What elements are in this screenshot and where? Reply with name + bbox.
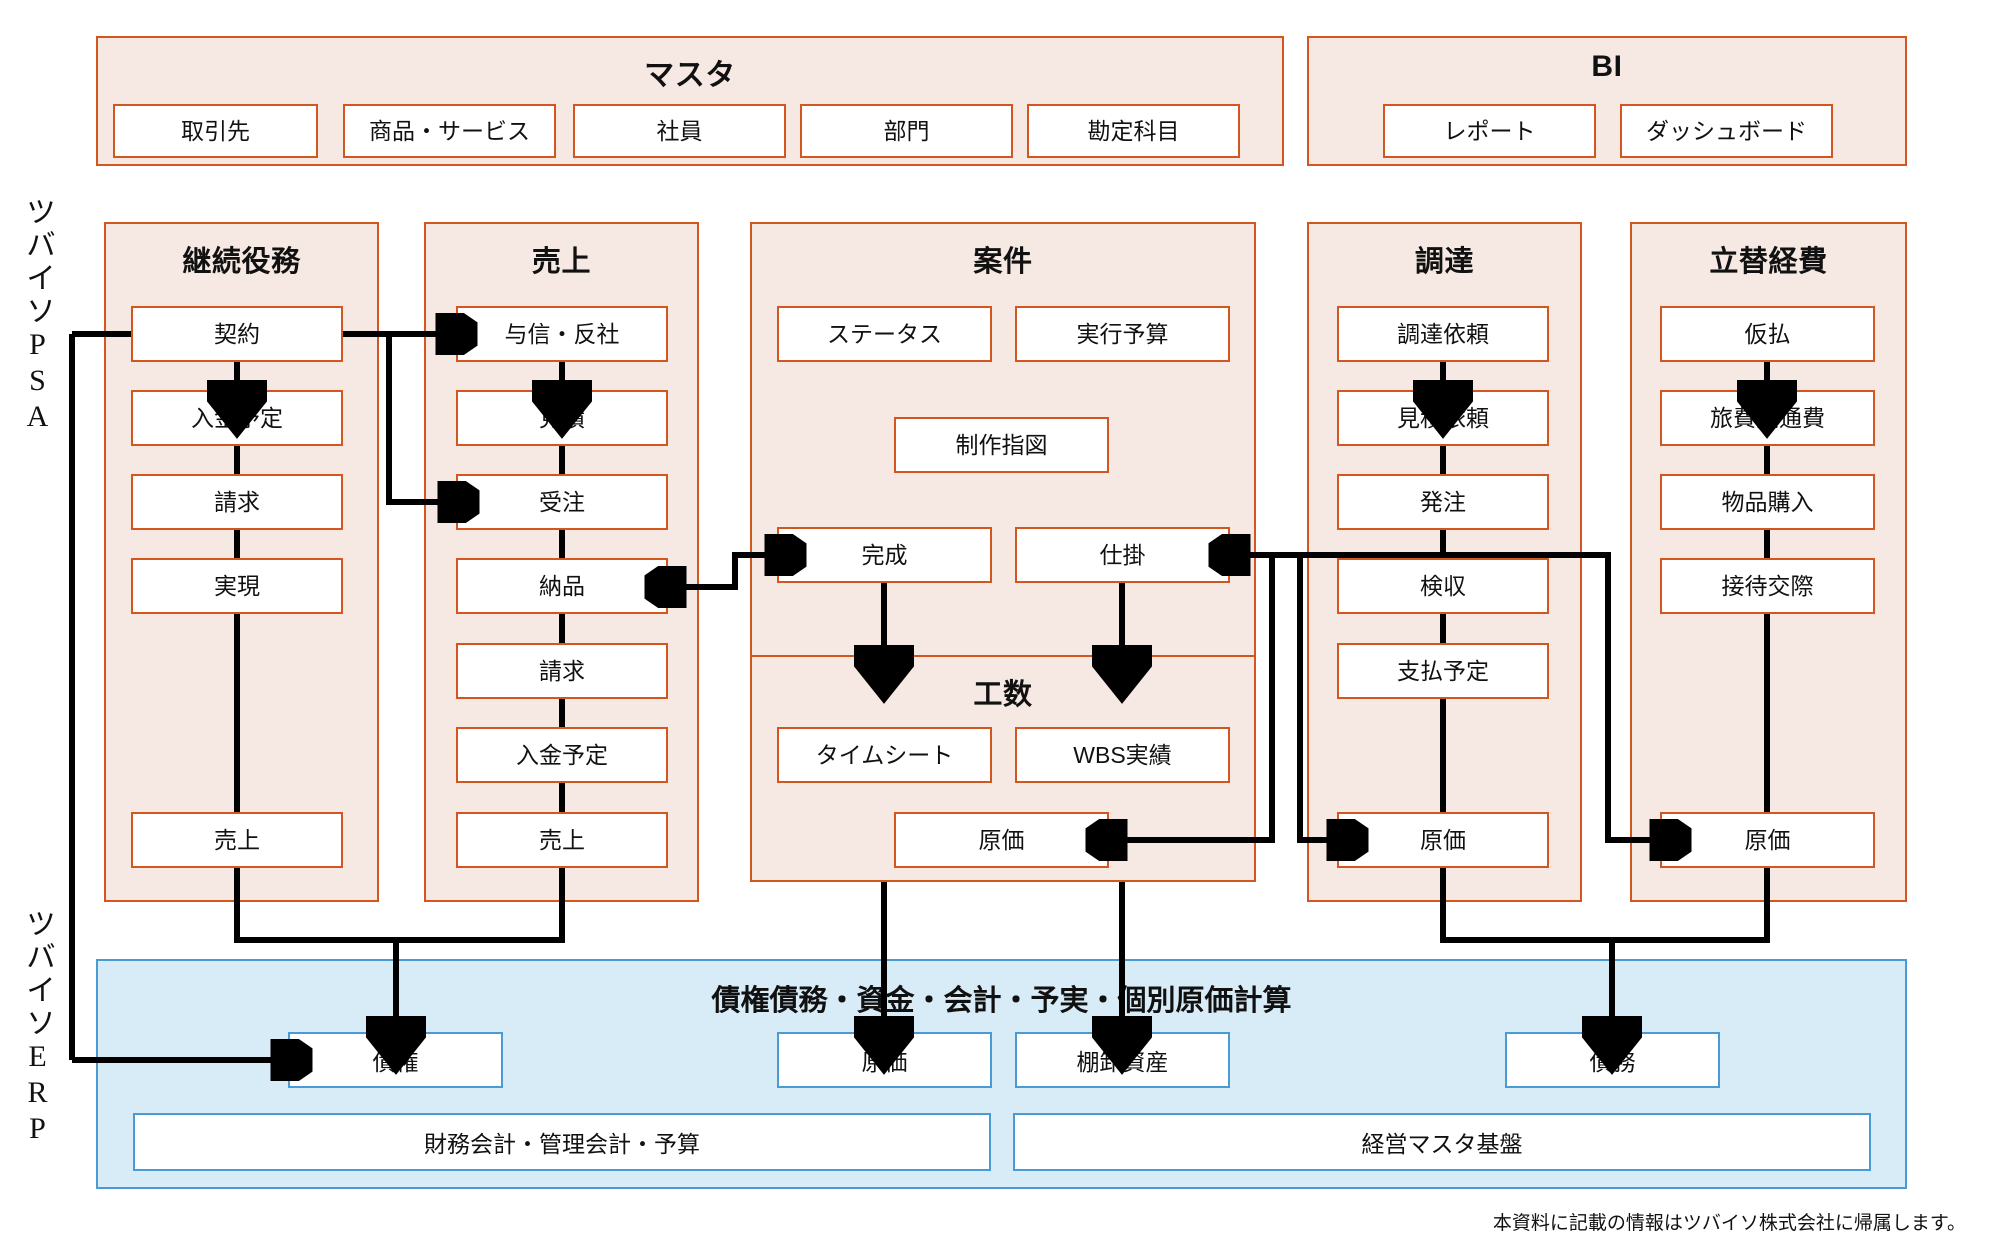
node-sales-4[interactable]: 請求 xyxy=(456,643,668,699)
node-master-3[interactable]: 部門 xyxy=(800,104,1013,158)
node-procurement-4[interactable]: 支払予定 xyxy=(1337,643,1549,699)
node-recurring-2[interactable]: 請求 xyxy=(131,474,343,530)
node-master-1[interactable]: 商品・サービス xyxy=(343,104,556,158)
node-sales-5[interactable]: 入金予定 xyxy=(456,727,668,783)
node-master-4[interactable]: 勘定科目 xyxy=(1027,104,1240,158)
side-label-erp: ツバイソERP xyxy=(21,908,54,1148)
node-sales-3[interactable]: 納品 xyxy=(456,558,668,614)
node-manhours-0[interactable]: タイムシート xyxy=(777,727,992,783)
group-bi-title: BI xyxy=(1591,50,1623,83)
node-expenses-1[interactable]: 旅費交通費 xyxy=(1660,390,1875,446)
group-recurring-title: 継続役務 xyxy=(182,246,301,278)
node-sales-0[interactable]: 与信・反社 xyxy=(456,306,668,362)
node-manhours-1[interactable]: WBS実績 xyxy=(1015,727,1230,783)
erp-footer-node-0[interactable]: 財務会計・管理会計・予算 xyxy=(133,1113,991,1171)
node-procurement-5[interactable]: 原価 xyxy=(1337,812,1549,868)
node-bi-0[interactable]: レポート xyxy=(1383,104,1596,158)
copyright-note: 本資料に記載の情報はツバイソ株式会社に帰属します。 xyxy=(1492,1213,1966,1234)
node-procurement-0[interactable]: 調達依頼 xyxy=(1337,306,1549,362)
diagram-canvas: ツバイソPSA ツバイソERP マスタ 取引先 商品・サービス 社員 部門 勘定… xyxy=(0,0,1990,1254)
node-recurring-3[interactable]: 実現 xyxy=(131,558,343,614)
node-expenses-0[interactable]: 仮払 xyxy=(1660,306,1875,362)
node-procurement-2[interactable]: 発注 xyxy=(1337,474,1549,530)
group-sales-title: 売上 xyxy=(531,246,592,278)
group-procurement-title: 調達 xyxy=(1414,246,1475,278)
node-manhours-2[interactable]: 原価 xyxy=(894,812,1109,868)
group-erp-title: 債権債務・資金・会計・予実・個別原価計算 xyxy=(711,985,1292,1017)
node-sales-6[interactable]: 売上 xyxy=(456,812,668,868)
node-sales-2[interactable]: 受注 xyxy=(456,474,668,530)
node-expenses-3[interactable]: 接待交際 xyxy=(1660,558,1875,614)
node-project-2[interactable]: 制作指図 xyxy=(894,417,1109,473)
group-master-title: マスタ xyxy=(644,59,736,92)
node-expenses-4[interactable]: 原価 xyxy=(1660,812,1875,868)
node-procurement-1[interactable]: 見積依頼 xyxy=(1337,390,1549,446)
erp-node-0[interactable]: 債権 xyxy=(288,1032,503,1088)
node-recurring-0[interactable]: 契約 xyxy=(131,306,343,362)
node-recurring-1[interactable]: 入金予定 xyxy=(131,390,343,446)
side-label-psa: ツバイソPSA xyxy=(21,196,54,436)
erp-node-3[interactable]: 債務 xyxy=(1505,1032,1720,1088)
node-project-0[interactable]: ステータス xyxy=(777,306,992,362)
erp-node-2[interactable]: 棚卸資産 xyxy=(1015,1032,1230,1088)
group-expenses-title: 立替経費 xyxy=(1709,246,1828,278)
node-procurement-3[interactable]: 検収 xyxy=(1337,558,1549,614)
node-bi-1[interactable]: ダッシュボード xyxy=(1620,104,1833,158)
node-master-0[interactable]: 取引先 xyxy=(113,104,318,158)
node-expenses-2[interactable]: 物品購入 xyxy=(1660,474,1875,530)
node-master-2[interactable]: 社員 xyxy=(573,104,786,158)
node-project-3[interactable]: 完成 xyxy=(777,527,992,583)
group-manhours-title: 工数 xyxy=(973,679,1033,711)
group-project-title: 案件 xyxy=(973,246,1033,278)
erp-footer-node-1[interactable]: 経営マスタ基盤 xyxy=(1013,1113,1871,1171)
node-project-1[interactable]: 実行予算 xyxy=(1015,306,1230,362)
node-project-4[interactable]: 仕掛 xyxy=(1015,527,1230,583)
node-sales-1[interactable]: 見積 xyxy=(456,390,668,446)
erp-node-1[interactable]: 原価 xyxy=(777,1032,992,1088)
node-recurring-4[interactable]: 売上 xyxy=(131,812,343,868)
